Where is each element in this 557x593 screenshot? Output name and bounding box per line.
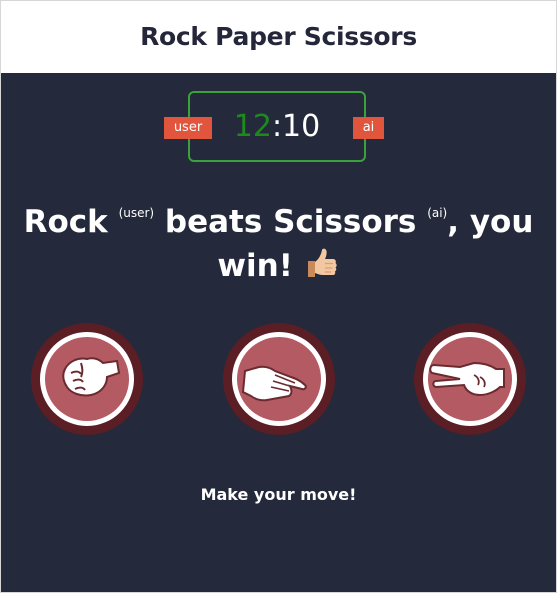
scissors-button[interactable] xyxy=(414,323,526,435)
game-app: Rock Paper Scissors 12:10 user ai Rock (… xyxy=(0,0,557,593)
score-separator: : xyxy=(271,109,283,144)
move-prompt: Make your move! xyxy=(200,485,357,504)
result-verb: beats xyxy=(164,204,263,240)
scissors-hand-icon xyxy=(415,324,525,434)
rock-fist-icon xyxy=(32,324,142,434)
ai-score: 10 xyxy=(282,109,321,144)
page-title: Rock Paper Scissors xyxy=(140,21,417,51)
ai-badge: ai xyxy=(353,117,384,139)
user-score: 12 xyxy=(233,109,272,144)
result-message: Rock (user) beats Scissors (ai), you win… xyxy=(1,191,556,293)
thumbs-up-icon xyxy=(304,245,340,293)
app-header: Rock Paper Scissors xyxy=(1,1,556,73)
result-user-tag: (user) xyxy=(118,206,155,220)
game-board: 12:10 user ai Rock (user) beats Scissors… xyxy=(1,73,556,592)
user-badge: user xyxy=(164,117,212,139)
paper-button[interactable] xyxy=(223,323,335,435)
result-user-move: Rock xyxy=(23,204,108,240)
paper-hand-icon xyxy=(224,324,334,434)
scoreboard: 12:10 xyxy=(188,91,366,162)
result-ai-move: Scissors xyxy=(273,204,417,240)
result-ai-tag: (ai) xyxy=(427,206,448,220)
rock-button[interactable] xyxy=(31,323,143,435)
